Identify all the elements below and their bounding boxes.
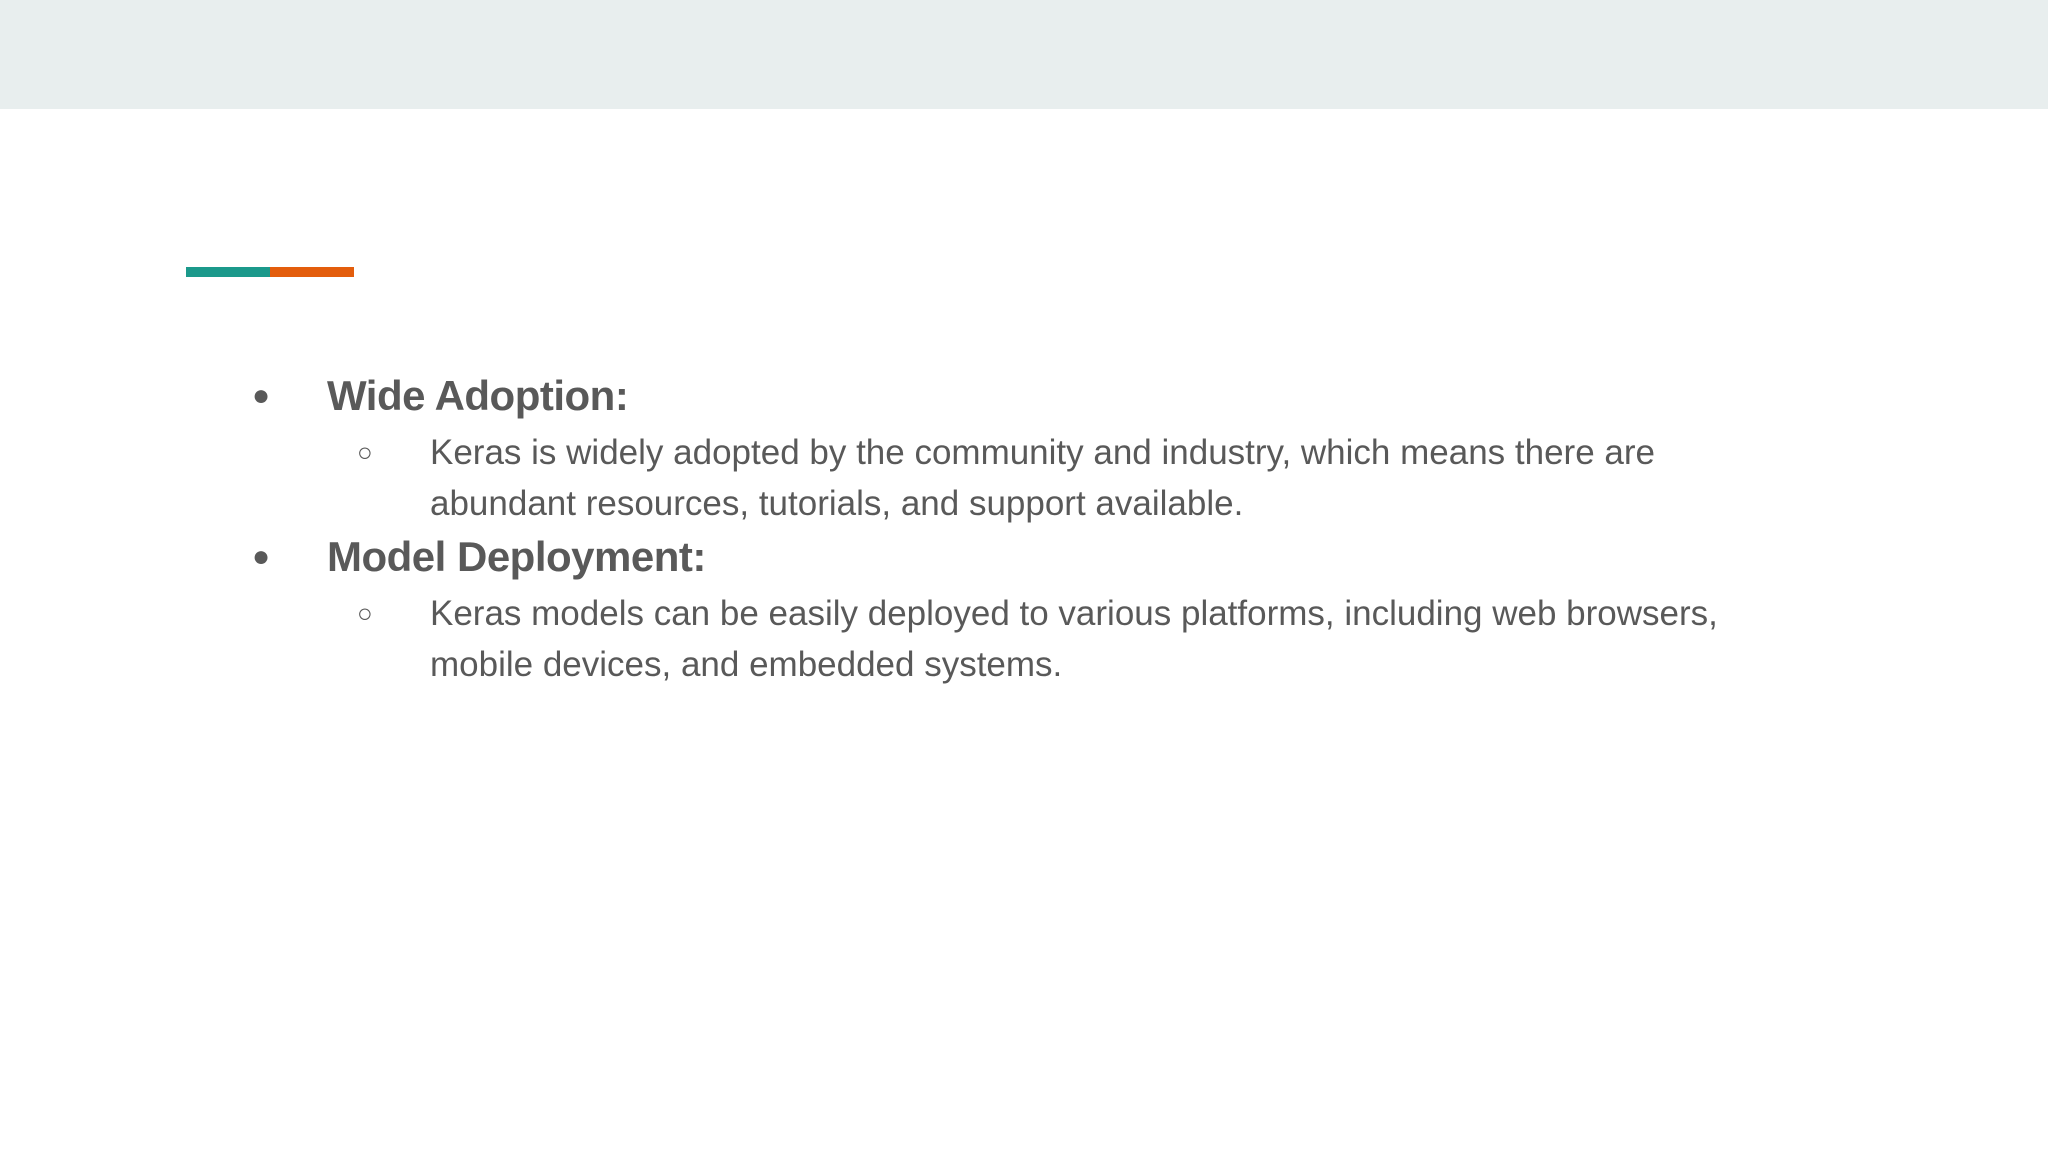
sub-bullet-icon: ○ bbox=[357, 598, 373, 628]
item-detail: Keras models can be easily deployed to v… bbox=[430, 594, 1718, 684]
slide: ● Wide Adoption: ○ Keras is widely adopt… bbox=[0, 0, 2048, 1152]
item-detail: Keras is widely adopted by the community… bbox=[430, 433, 1655, 523]
bullet-icon: ● bbox=[252, 540, 271, 573]
accent-bar-teal bbox=[186, 267, 270, 277]
bullet-icon: ● bbox=[252, 379, 271, 412]
header-band bbox=[0, 0, 2048, 109]
item-heading: Wide Adoption: bbox=[327, 372, 629, 419]
item-heading: Model Deployment: bbox=[327, 533, 706, 580]
accent-bar-orange bbox=[270, 267, 354, 277]
sub-bullet-icon: ○ bbox=[357, 437, 373, 467]
